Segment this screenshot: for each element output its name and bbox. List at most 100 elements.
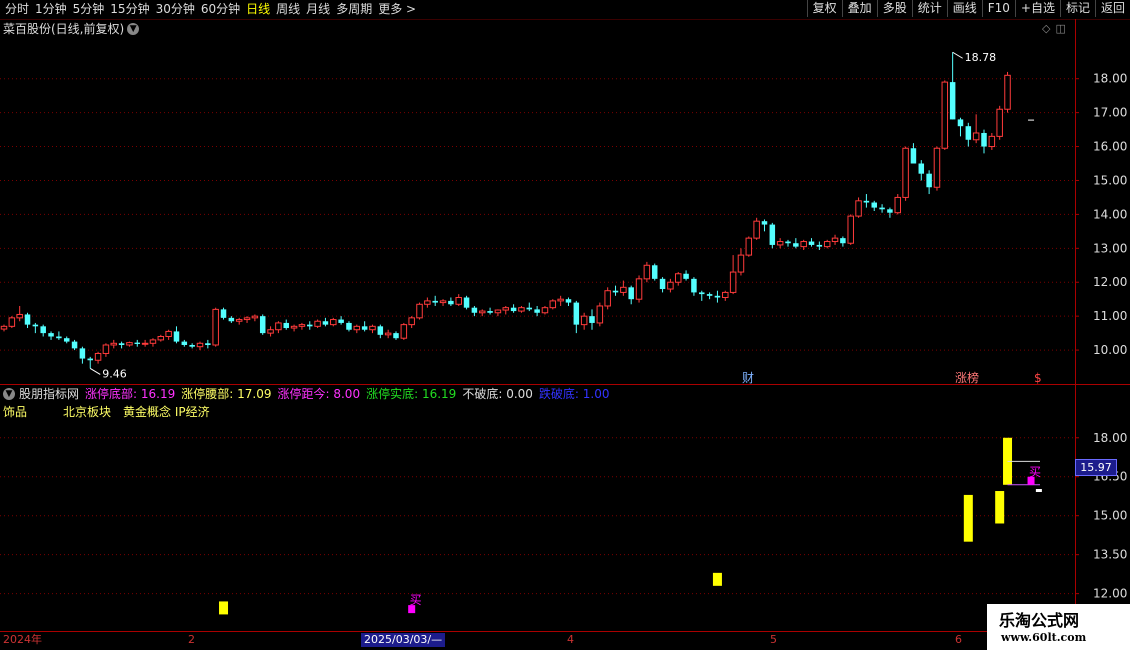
field-label: 涨停底部:: [85, 387, 138, 401]
candle-body: [189, 344, 195, 347]
candle-body: [361, 326, 368, 330]
candle-body: [706, 294, 713, 296]
candle-body: [988, 135, 996, 148]
site-watermark: 乐淘公式网 www.60lt.com: [987, 604, 1130, 650]
event-marker: 涨榜: [955, 370, 979, 385]
chart-frame: [0, 19, 1130, 631]
candle-body: [589, 316, 595, 323]
candle-body: [322, 321, 329, 325]
candle-body: [691, 278, 697, 293]
candle-body: [761, 221, 768, 225]
candle-body: [981, 132, 987, 147]
candlestick-series: [0, 52, 1035, 369]
field-value: 1.00: [582, 387, 610, 401]
candle-body: [205, 343, 211, 345]
candle-body: [502, 307, 510, 311]
watermark-url: www.60lt.com: [1001, 631, 1087, 644]
field-label: 涨停腰部:: [181, 387, 234, 401]
candle-body: [455, 297, 462, 305]
candle-body: [118, 343, 125, 345]
candle-body: [996, 108, 1003, 137]
annotation-pointer: [952, 51, 963, 59]
candle-body: [290, 325, 298, 329]
candle-body: [808, 241, 815, 245]
candle-body: [243, 317, 251, 321]
price-tick-label: 10.00: [1093, 343, 1127, 357]
candle-body: [549, 300, 557, 309]
price-tick-label: 11.00: [1093, 309, 1127, 323]
annotation-pointer: [89, 367, 101, 375]
candle-body: [887, 209, 893, 213]
indicator-title-bar: ▼ 股朋指标网 涨停底部: 16.19 涨停腰部: 17.09 涨停距今: 8.…: [3, 386, 616, 402]
candle-body: [408, 317, 415, 326]
price-tick-label: 18.00: [1093, 431, 1127, 445]
indicator-field-not-broken: 不破底: 0.00: [462, 386, 533, 402]
candle-body: [918, 163, 925, 174]
field-label: 跌破底:: [538, 387, 579, 401]
candle-body: [432, 300, 438, 303]
candle-body: [24, 314, 31, 325]
candle-body: [541, 307, 549, 314]
candle-body: [283, 322, 289, 329]
candle-body: [228, 317, 235, 322]
candle-body: [926, 173, 932, 188]
candle-body: [384, 332, 392, 336]
price-tick-label: 18.00: [1093, 72, 1127, 86]
candle-body: [48, 333, 54, 337]
candle-body: [534, 309, 540, 313]
candle-body: [157, 336, 165, 341]
candle-body: [353, 325, 361, 331]
candle-body: [212, 308, 219, 346]
candle-body: [251, 315, 259, 319]
candle-body: [628, 287, 634, 300]
chevron-down-icon[interactable]: ▼: [3, 388, 15, 400]
signal-bar: [963, 494, 973, 542]
candle-body: [949, 82, 956, 120]
annotation-label: 18.78: [965, 51, 997, 64]
candle-body: [8, 317, 16, 327]
event-marker: $: [1034, 371, 1042, 385]
price-tick-label: 15.00: [1093, 509, 1127, 523]
candle-body: [580, 315, 588, 326]
candle-body: [494, 309, 502, 314]
candle-body: [173, 331, 180, 342]
candle-body: [879, 207, 885, 210]
indicator-field-broken: 跌破底: 1.00: [539, 386, 610, 402]
time-label-feb: 2: [188, 633, 195, 646]
indicator-signals: 买买: [219, 437, 1042, 615]
candle-body: [87, 358, 93, 361]
candle-body: [416, 303, 423, 319]
sector-tags: 饰品 北京板块 黄金概念 IP经济: [3, 405, 210, 419]
buy-label: 买: [1029, 465, 1041, 479]
field-label: 涨停距今:: [277, 387, 330, 401]
candle-body: [793, 243, 799, 247]
candle-body: [16, 313, 23, 319]
candle-body: [612, 290, 619, 293]
time-axis: 2024年 2 2025/03/03/— 4 5 6: [0, 631, 1075, 648]
candle-body: [847, 215, 854, 244]
indicator-name: 股朋指标网: [19, 387, 80, 401]
candle-body: [745, 237, 753, 256]
price-tick-label: 13.00: [1093, 241, 1127, 255]
candle-body: [659, 278, 666, 290]
time-label-cursor-date[interactable]: 2025/03/03/—: [361, 633, 446, 647]
candle-body: [894, 196, 902, 214]
price-tick-label: 12.00: [1093, 275, 1127, 289]
price-tick-label: 16.00: [1093, 140, 1127, 154]
candle-body: [816, 244, 823, 247]
signal-bar: [995, 491, 1005, 524]
current-price-tag: 15.97: [1075, 459, 1117, 476]
price-tick-label: 12.00: [1093, 587, 1127, 601]
signal-bar: [712, 572, 722, 586]
price-tick-label: 17.00: [1093, 106, 1127, 120]
indicator-field-bottom: 涨停底部: 16.19: [85, 386, 175, 402]
candle-body: [71, 341, 78, 349]
candle-body: [134, 342, 141, 344]
candle-body: [141, 342, 149, 345]
time-label-apr: 4: [567, 633, 574, 646]
candle-body: [737, 254, 745, 273]
candle-body: [149, 339, 157, 344]
candle-body: [63, 338, 70, 342]
candle-body: [377, 326, 384, 335]
buy-label: 买: [410, 593, 422, 607]
